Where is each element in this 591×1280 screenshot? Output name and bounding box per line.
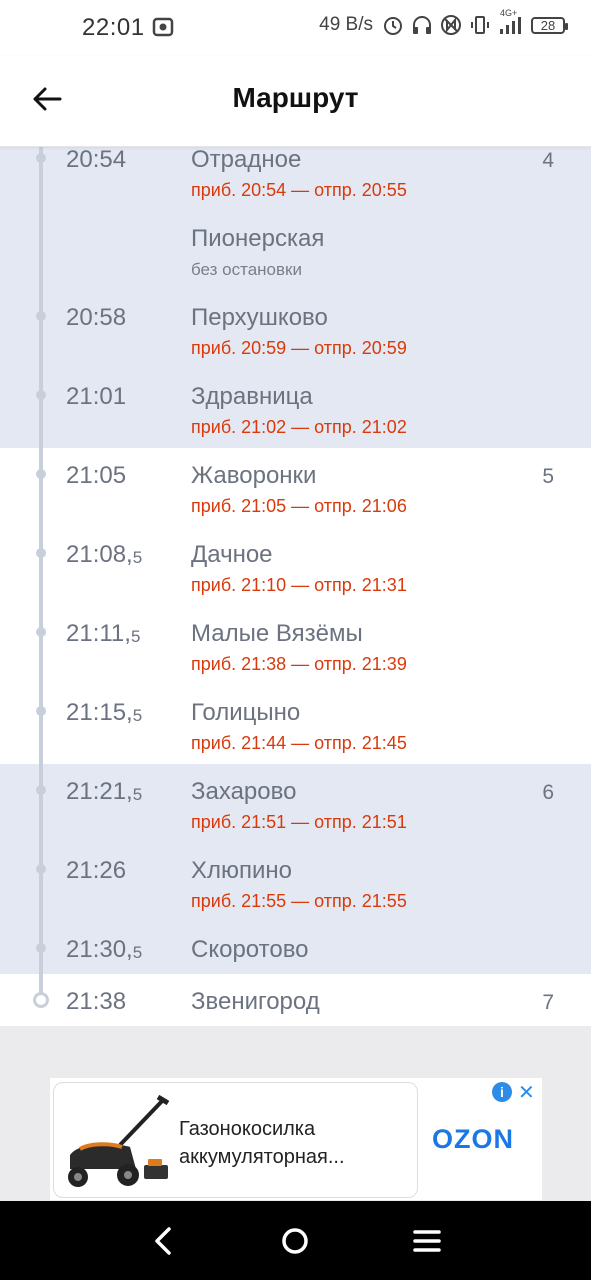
stop-time: 21:01 xyxy=(66,383,127,410)
stop-times: приб. 20:59 — отпр. 20:59 xyxy=(191,338,407,358)
home-icon[interactable] xyxy=(275,1221,315,1261)
stop-name: Отрадное xyxy=(191,146,302,173)
signal-icon: 4G+ xyxy=(498,8,524,36)
zone-number: 5 xyxy=(542,465,554,488)
stop-times: приб. 21:02 — отпр. 21:02 xyxy=(191,417,407,437)
alarm-icon xyxy=(384,17,402,35)
app-bar: Маршрут xyxy=(0,56,591,147)
stop-row[interactable]: 21:08,5 Дачное приб. 21:10 — отпр. 21:31 xyxy=(0,541,591,620)
ad-card[interactable]: Газонокосилка аккумуляторная... xyxy=(53,1082,418,1198)
stop-dot xyxy=(36,548,46,558)
zone-number: 7 xyxy=(542,991,554,1014)
stop-status: без остановки xyxy=(191,260,302,279)
stop-time: 21:15,5 xyxy=(66,699,143,726)
route-list: 20:54 Отрадное приб. 20:54 — отпр. 20:55… xyxy=(0,146,591,1026)
stop-row[interactable]: 20:54 Отрадное приб. 20:54 — отпр. 20:55… xyxy=(0,146,591,225)
close-icon[interactable]: ✕ xyxy=(518,1080,535,1105)
stop-dot xyxy=(36,153,46,163)
info-icon[interactable]: i xyxy=(492,1082,512,1102)
status-time: 22:01 xyxy=(82,14,145,41)
zone-number: 4 xyxy=(542,149,554,172)
navigation-bar xyxy=(0,1201,591,1280)
headphones-icon xyxy=(413,16,431,34)
stop-row[interactable]: 21:01 Здравница приб. 21:02 — отпр. 21:0… xyxy=(0,383,591,462)
stop-time: 21:21,5 xyxy=(66,778,143,805)
ozon-logo[interactable]: OZON xyxy=(432,1124,514,1155)
lawn-mower-image xyxy=(68,1094,170,1187)
ad-text[interactable]: Газонокосилка аккумуляторная... xyxy=(179,1115,409,1171)
stop-row[interactable]: Пионерская без остановки xyxy=(0,225,591,304)
terminal-stop-dot xyxy=(33,992,49,1008)
battery-icon: 28 xyxy=(531,16,568,34)
stop-times: приб. 21:51 — отпр. 21:51 xyxy=(191,812,407,832)
stop-time: 21:05 xyxy=(66,462,127,489)
status-icons: 49 B/s 4G+ 28 xyxy=(319,8,568,36)
stop-name: Голицыно xyxy=(191,699,301,726)
stop-time: 20:58 xyxy=(66,304,127,331)
stop-times: приб. 21:10 — отпр. 21:31 xyxy=(191,575,407,595)
stop-dot xyxy=(36,864,46,874)
stop-times: приб. 21:44 — отпр. 21:45 xyxy=(191,733,407,753)
stop-name: Пионерская xyxy=(191,225,325,252)
stop-dot xyxy=(36,706,46,716)
stop-times: приб. 21:05 — отпр. 21:06 xyxy=(191,496,407,516)
status-bar: 22:01 49 B/s 4G+ 28 xyxy=(0,0,591,56)
stop-row[interactable]: 21:30,5 Скоротово xyxy=(0,936,591,974)
stop-time: 21:26 xyxy=(66,857,127,884)
stop-time: 21:11,5 xyxy=(66,620,141,647)
stop-dot xyxy=(36,627,46,637)
stop-name: Дачное xyxy=(191,541,273,568)
stop-name: Здравница xyxy=(191,383,313,410)
nfc-icon xyxy=(441,15,461,35)
stop-dot xyxy=(36,943,46,953)
stop-row[interactable]: 21:15,5 Голицыно приб. 21:44 — отпр. 21:… xyxy=(0,699,591,778)
stop-name: Малые Вязёмы xyxy=(191,620,363,647)
stop-name: Звенигород xyxy=(191,988,320,1015)
stop-dot xyxy=(36,311,46,321)
stop-time: 21:30,5 xyxy=(66,936,143,963)
stop-time: 21:38 xyxy=(66,988,127,1015)
stop-name: Жаворонки xyxy=(191,462,317,489)
stop-row[interactable]: 21:11,5 Малые Вязёмы приб. 21:38 — отпр.… xyxy=(0,620,591,699)
cast-icon xyxy=(152,17,174,37)
stop-name: Захарово xyxy=(191,778,297,805)
stop-row[interactable]: 21:26 Хлюпино приб. 21:55 — отпр. 21:55 xyxy=(0,857,591,936)
ad-banner[interactable]: Газонокосилка аккумуляторная... OZON i ✕ xyxy=(50,1078,542,1200)
menu-icon[interactable] xyxy=(407,1221,447,1261)
stop-row[interactable]: 21:38 Звенигород 7 xyxy=(0,988,591,1026)
stop-time: 21:08,5 xyxy=(66,541,143,568)
stop-time: 20:54 xyxy=(66,146,127,173)
page-title: Маршрут xyxy=(232,82,359,113)
network-speed: 49 B/s xyxy=(319,14,373,35)
zone-number: 6 xyxy=(542,781,554,804)
stop-row[interactable]: 20:58 Перхушково приб. 20:59 — отпр. 20:… xyxy=(0,304,591,383)
stop-times: приб. 21:38 — отпр. 21:39 xyxy=(191,654,407,674)
stop-name: Скоротово xyxy=(191,936,309,963)
stop-row[interactable]: 21:05 Жаворонки приб. 21:05 — отпр. 21:0… xyxy=(0,462,591,541)
back-icon[interactable] xyxy=(145,1221,185,1261)
stop-name: Перхушково xyxy=(191,304,328,331)
stop-dot xyxy=(36,785,46,795)
stop-times: приб. 21:55 — отпр. 21:55 xyxy=(191,891,407,911)
stop-dot xyxy=(36,390,46,400)
vibrate-icon xyxy=(471,16,489,34)
stop-row[interactable]: 21:21,5 Захарово приб. 21:51 — отпр. 21:… xyxy=(0,778,591,857)
stop-times: приб. 20:54 — отпр. 20:55 xyxy=(191,180,407,200)
stop-dot xyxy=(36,469,46,479)
stop-name: Хлюпино xyxy=(191,857,293,884)
